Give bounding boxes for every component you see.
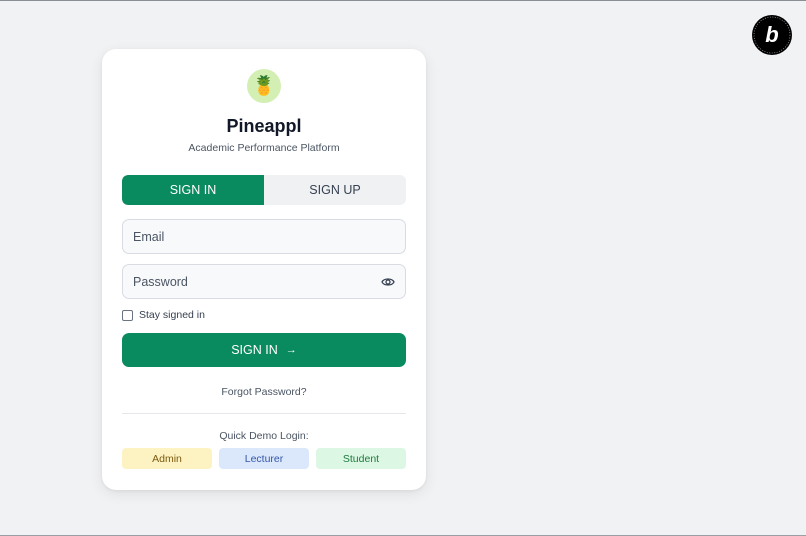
app-subtitle: Academic Performance Platform	[188, 142, 340, 154]
demo-buttons: Admin Lecturer Student	[122, 448, 406, 469]
bolt-badge-graphic: b	[753, 16, 791, 54]
tab-sign-in[interactable]: SIGN IN	[122, 175, 264, 205]
demo-lecturer-button[interactable]: Lecturer	[219, 448, 309, 469]
quick-demo-label: Quick Demo Login:	[219, 430, 309, 442]
forgot-password-link[interactable]: Forgot Password?	[102, 386, 426, 398]
bolt-logo-icon[interactable]: b	[752, 15, 792, 55]
email-field-wrapper	[122, 219, 406, 254]
email-field[interactable]	[123, 220, 405, 253]
tab-sign-up[interactable]: SIGN UP	[264, 175, 406, 205]
arrow-right-icon: →	[285, 344, 297, 356]
eye-icon[interactable]	[381, 276, 395, 288]
pineapple-icon: 🍍	[247, 69, 281, 103]
password-field[interactable]	[123, 265, 405, 298]
logo-glyph: 🍍	[252, 75, 276, 97]
password-field-wrapper	[122, 264, 406, 299]
sign-in-button-label: SIGN IN	[231, 343, 278, 357]
demo-student-button[interactable]: Student	[316, 448, 406, 469]
divider	[122, 413, 406, 414]
svg-text:b: b	[765, 22, 778, 47]
sign-in-button[interactable]: SIGN IN →	[122, 333, 406, 367]
stay-signed-in: Stay signed in	[122, 309, 205, 321]
stay-signed-in-checkbox[interactable]	[122, 309, 133, 321]
login-card: 🍍 Pineappl Academic Performance Platform…	[102, 49, 426, 490]
app-title: Pineappl	[226, 116, 302, 136]
stay-signed-in-label: Stay signed in	[139, 309, 205, 321]
demo-admin-button[interactable]: Admin	[122, 448, 212, 469]
auth-tabs: SIGN IN SIGN UP	[122, 175, 406, 205]
